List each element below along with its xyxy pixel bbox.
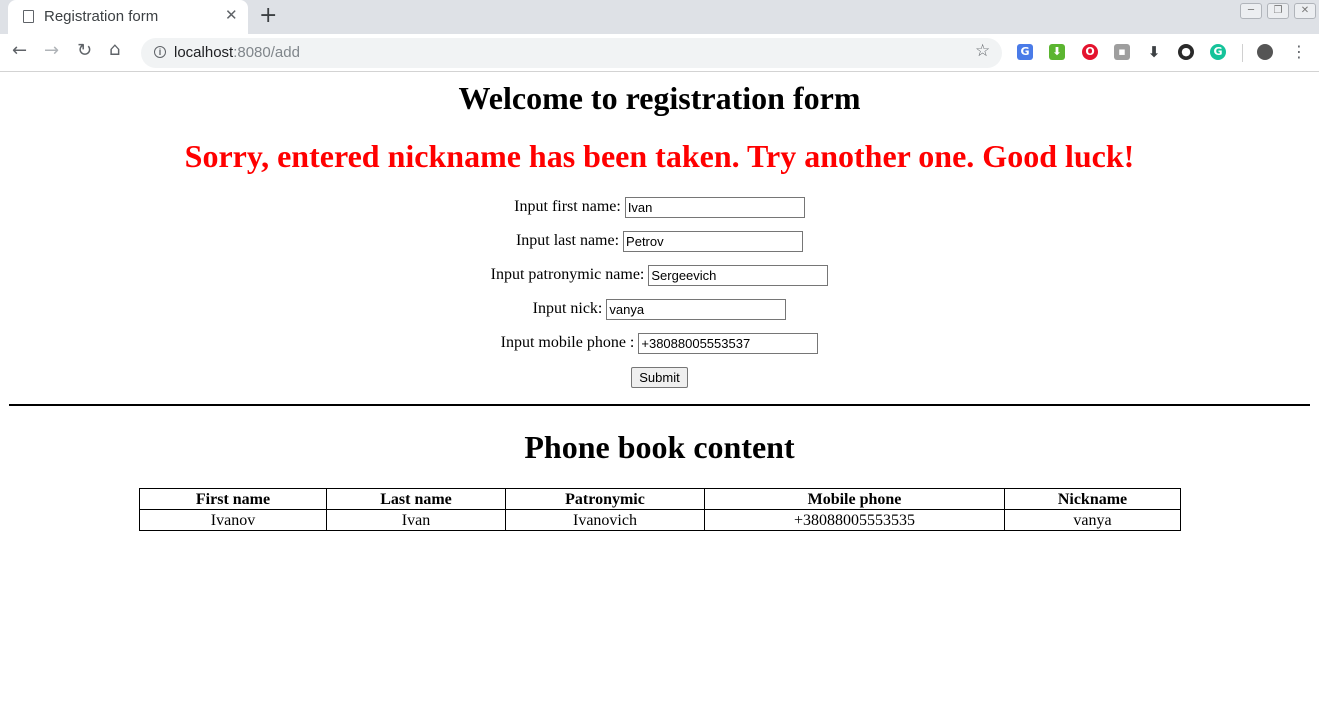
nick-row: Input nick: [0,299,1319,320]
shield-ext-icon[interactable]: ● [1178,44,1194,60]
nick-label: Input nick: [532,300,603,318]
menu-icon[interactable]: ⋮ [1291,42,1307,61]
address-bar[interactable]: i localhost:8080/add ☆ [141,38,1002,68]
phone-book-table: First name Last name Patronymic Mobile p… [139,488,1181,531]
reload-icon[interactable]: ↻ [77,40,92,61]
profile-ext-icon[interactable]: ▪ [1114,44,1130,60]
restore-button[interactable]: ❐ [1267,3,1289,19]
page-title: Welcome to registration form [458,80,861,116]
avatar[interactable] [1257,44,1273,60]
column-header: Mobile phone [704,488,1005,510]
forward-icon[interactable]: → [44,40,59,61]
last-name-label: Input last name: [515,232,620,250]
table-cell: vanya [1004,509,1181,531]
google-translate-icon[interactable]: G [1017,44,1033,60]
grammarly-icon[interactable]: G [1210,44,1226,60]
first-name-input[interactable] [624,197,805,218]
back-icon[interactable]: ← [12,40,27,61]
phone-input[interactable] [638,333,819,354]
patronymic-input[interactable] [648,265,829,286]
nick-input[interactable] [606,299,787,320]
page-icon [23,10,34,23]
tab-strip: Registration form ✕ + ─ ❐ ✕ [0,0,1319,34]
download-arrow-icon[interactable]: ⬇ [1049,44,1065,60]
phone-row: Input mobile phone : [0,333,1319,354]
bookmark-star-icon[interactable]: ☆ [975,41,990,61]
table-cell: Ivan [326,509,506,531]
column-header: Patronymic [505,488,705,510]
patronymic-label: Input patronymic name: [490,266,645,284]
phone-book-title: Phone book content [524,429,795,465]
download-icon[interactable]: ⬇ [1146,44,1162,60]
opera-icon[interactable]: O [1082,44,1098,60]
info-icon[interactable]: i [154,46,166,58]
home-icon[interactable]: ⌂ [109,39,120,60]
table-cell: Ivanov [139,509,327,531]
column-header: First name [139,488,327,510]
last-name-row: Input last name: [0,231,1319,252]
close-window-button[interactable]: ✕ [1294,3,1316,19]
phone-label: Input mobile phone : [500,334,635,352]
section-divider [9,404,1310,406]
last-name-input[interactable] [623,231,804,252]
close-tab-icon[interactable]: ✕ [225,6,238,24]
tab-registration-form[interactable]: Registration form ✕ [8,0,248,34]
toolbar-divider [1242,44,1243,62]
column-header: Nickname [1004,488,1181,510]
error-message: Sorry, entered nickname has been taken. … [184,138,1135,174]
patronymic-row: Input patronymic name: [0,265,1319,286]
url-text[interactable]: localhost:8080/add [174,44,300,61]
table-cell: +38088005553535 [704,509,1005,531]
tab-title: Registration form [44,8,159,25]
column-header: Last name [326,488,506,510]
submit-button[interactable]: Submit [631,367,688,388]
minimize-button[interactable]: ─ [1240,3,1262,19]
table-header-row: First name Last name Patronymic Mobile p… [139,488,1181,510]
table-cell: Ivanovich [505,509,705,531]
table-row: Ivanov Ivan Ivanovich +38088005553535 va… [139,509,1181,531]
first-name-label: Input first name: [514,198,621,216]
browser-toolbar: ← → ↻ ⌂ i localhost:8080/add ☆ G ⬇ O ▪ ⬇… [0,34,1319,72]
first-name-row: Input first name: [0,197,1319,218]
new-tab-button[interactable]: + [259,3,277,28]
